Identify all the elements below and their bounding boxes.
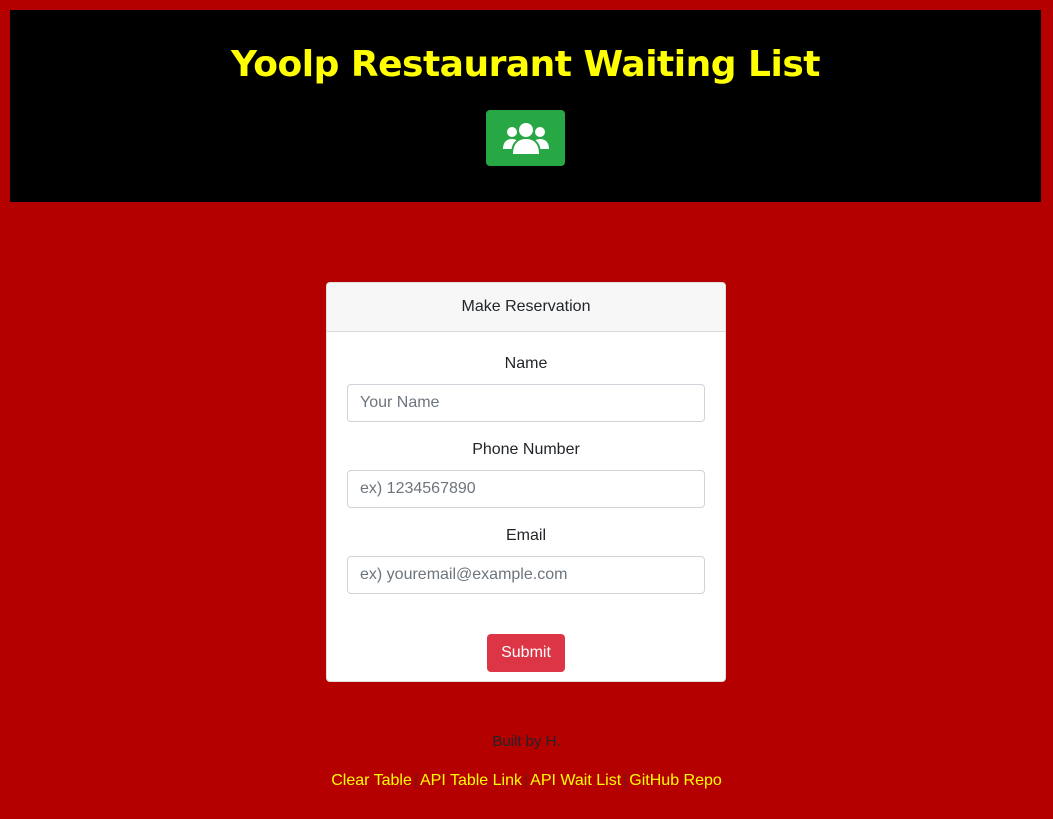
view-tables-button[interactable] [486, 110, 565, 166]
clear-table-link[interactable]: Clear Table [331, 772, 412, 789]
name-label: Name [504, 355, 548, 372]
link-separator: | [413, 772, 418, 789]
card-title: Make Reservation [327, 283, 725, 332]
api-wait-list-link[interactable]: API Wait List [530, 772, 621, 789]
users-icon [502, 123, 549, 154]
submit-button[interactable]: Submit [487, 634, 565, 672]
reservation-card: Make Reservation Name Phone Number Email… [326, 282, 726, 682]
footer-links: Clear Table | API Table Link | API Wait List… [0, 772, 1053, 790]
footer-credit: Built by H. [492, 733, 561, 750]
api-table-link[interactable]: API Table Link [420, 772, 522, 789]
link-separator: | [524, 772, 529, 789]
email-label: Email [505, 527, 546, 544]
page-title: Yoolp Restaurant Waiting List [231, 44, 820, 85]
github-repo-link[interactable]: GitHub Repo [629, 772, 722, 789]
name-input[interactable] [347, 384, 705, 422]
phone-label: Phone Number [472, 441, 580, 458]
phone-input[interactable] [347, 470, 705, 508]
email-input[interactable] [347, 556, 705, 594]
page-header: Yoolp Restaurant Waiting List [10, 10, 1041, 202]
